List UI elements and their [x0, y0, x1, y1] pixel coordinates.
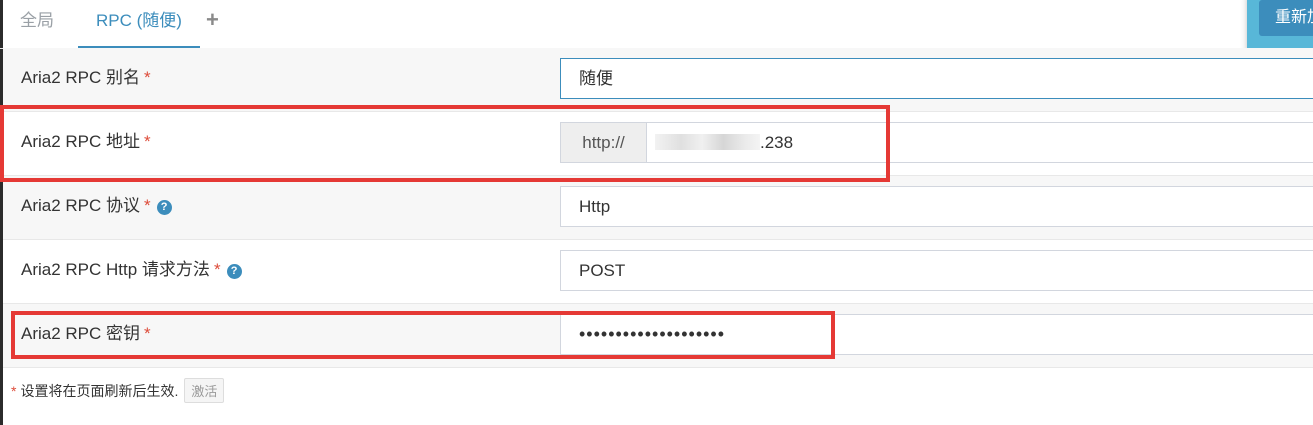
rpc-method-label-text: Aria2 RPC Http 请求方法: [21, 260, 210, 279]
settings-footer: * 设置将在页面刷新后生效. 激活: [11, 378, 225, 403]
rpc-address-input[interactable]: .238: [646, 122, 1313, 163]
tab-bar: 全局 RPC (随便) +: [0, 0, 1313, 49]
rpc-address-label: Aria2 RPC 地址 *: [21, 112, 151, 175]
required-mark: *: [144, 196, 151, 215]
required-mark: *: [213, 260, 221, 279]
row-rpc-protocol: Aria2 RPC 协议 *? Http: [3, 176, 1313, 240]
row-rpc-alias: Aria2 RPC 别名 * 随便: [3, 48, 1313, 112]
rpc-address-label-text: Aria2 RPC 地址: [21, 132, 141, 151]
required-mark: *: [144, 132, 151, 151]
rpc-method-label: Aria2 RPC Http 请求方法 *?: [21, 240, 242, 303]
protocol-prefix-addon: http://: [560, 122, 647, 163]
rpc-alias-input[interactable]: 随便: [560, 58, 1313, 99]
required-mark: *: [11, 383, 17, 399]
rpc-alias-label-text: Aria2 RPC 别名: [21, 68, 141, 87]
rpc-protocol-select[interactable]: Http: [560, 186, 1313, 227]
rpc-secret-label-text: Aria2 RPC 密钥: [21, 324, 141, 343]
activate-button[interactable]: 激活: [184, 378, 225, 403]
rpc-method-select[interactable]: POST: [560, 250, 1313, 291]
rpc-protocol-label-text: Aria2 RPC 协议: [21, 196, 141, 215]
rpc-protocol-label: Aria2 RPC 协议 *?: [21, 176, 172, 239]
required-mark: *: [144, 324, 151, 343]
help-icon[interactable]: ?: [156, 200, 172, 215]
redacted-host: [655, 134, 760, 150]
reload-button-container: 重新加载: [1247, 0, 1313, 52]
row-rpc-address: Aria2 RPC 地址 * http:// .238: [3, 112, 1313, 176]
footer-note: 设置将在页面刷新后生效.: [20, 383, 179, 399]
reload-button[interactable]: 重新加载: [1259, 0, 1313, 36]
row-rpc-method: Aria2 RPC Http 请求方法 *? POST: [3, 240, 1313, 304]
add-tab-icon[interactable]: +: [206, 0, 219, 48]
rpc-secret-input[interactable]: ••••••••••••••••••••: [560, 314, 1313, 355]
required-mark: *: [144, 68, 151, 87]
rpc-alias-label: Aria2 RPC 别名 *: [21, 48, 151, 111]
row-rpc-secret: Aria2 RPC 密钥 * ••••••••••••••••••••: [3, 304, 1313, 368]
help-icon[interactable]: ?: [226, 264, 242, 279]
tab-rpc-active[interactable]: RPC (随便): [78, 0, 200, 48]
rpc-secret-label: Aria2 RPC 密钥 *: [21, 304, 151, 367]
rpc-address-suffix: .238: [760, 133, 794, 152]
tab-global[interactable]: 全局: [20, 0, 54, 48]
